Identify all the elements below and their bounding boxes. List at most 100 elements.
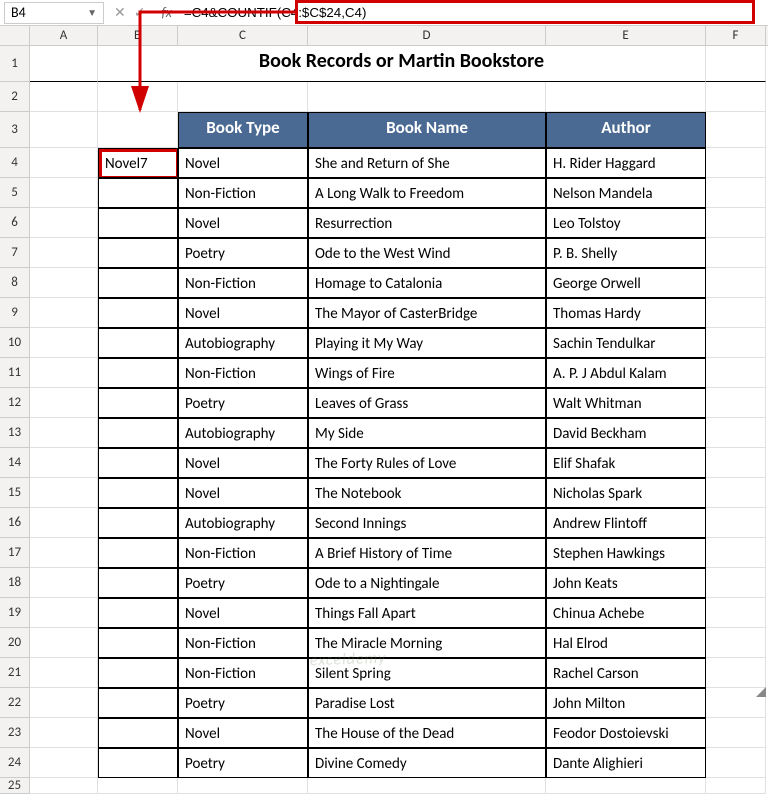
cell-book-type[interactable]: Novel — [178, 718, 308, 748]
cell[interactable] — [98, 418, 178, 448]
cell-book-type[interactable]: Poetry — [178, 238, 308, 268]
cell[interactable] — [30, 508, 98, 538]
cell[interactable] — [546, 82, 706, 112]
row-header[interactable]: 21 — [0, 658, 30, 688]
row-header[interactable]: 6 — [0, 208, 30, 238]
cell-author[interactable]: Elif Shafak — [546, 448, 706, 478]
cell-author[interactable]: H. Rider Haggard — [546, 148, 706, 178]
cell[interactable] — [706, 448, 766, 478]
row-header[interactable]: 17 — [0, 538, 30, 568]
row-header[interactable]: 1 — [0, 46, 30, 82]
cell-book-type[interactable]: Poetry — [178, 568, 308, 598]
row-header[interactable]: 12 — [0, 388, 30, 418]
col-header-F[interactable]: F — [706, 26, 766, 45]
cell[interactable] — [706, 778, 766, 794]
cell[interactable] — [98, 748, 178, 778]
cell-book-name[interactable]: Divine Comedy — [308, 748, 546, 778]
cell-book-type[interactable]: Poetry — [178, 688, 308, 718]
cell[interactable] — [706, 268, 766, 298]
cell-author[interactable]: Hal Elrod — [546, 628, 706, 658]
cell-author[interactable]: Feodor Dostoievski — [546, 718, 706, 748]
cell[interactable] — [30, 688, 98, 718]
cell[interactable] — [98, 598, 178, 628]
cell-author[interactable]: Leo Tolstoy — [546, 208, 706, 238]
cell[interactable] — [706, 46, 766, 82]
cell[interactable] — [30, 448, 98, 478]
cell[interactable] — [98, 328, 178, 358]
col-header-D[interactable]: D — [308, 26, 546, 45]
cell[interactable] — [30, 658, 98, 688]
cell[interactable] — [30, 238, 98, 268]
cell[interactable] — [30, 268, 98, 298]
cell[interactable] — [706, 508, 766, 538]
cancel-icon[interactable]: ✕ — [114, 4, 126, 21]
cell-author[interactable]: Thomas Hardy — [546, 298, 706, 328]
row-header[interactable]: 2 — [0, 82, 30, 112]
cell-author[interactable]: John Milton — [546, 688, 706, 718]
cell[interactable] — [98, 538, 178, 568]
cell-book-type[interactable]: Novel — [178, 448, 308, 478]
cell-book-type[interactable]: Novel — [178, 298, 308, 328]
cell[interactable] — [30, 778, 98, 794]
cell[interactable] — [30, 598, 98, 628]
row-header[interactable]: 4 — [0, 148, 30, 178]
cell[interactable] — [98, 448, 178, 478]
cell[interactable] — [30, 478, 98, 508]
cell[interactable] — [30, 358, 98, 388]
enter-icon[interactable]: ✓ — [134, 4, 146, 21]
cell-book-type[interactable]: Autobiography — [178, 418, 308, 448]
cell-book-type[interactable]: Non-Fiction — [178, 538, 308, 568]
cell[interactable] — [98, 628, 178, 658]
cell[interactable] — [706, 568, 766, 598]
cell[interactable] — [706, 238, 766, 268]
cell-book-name[interactable]: Paradise Lost — [308, 688, 546, 718]
cell[interactable] — [30, 388, 98, 418]
cell-author[interactable]: Rachel Carson — [546, 658, 706, 688]
cell-book-name[interactable]: Ode to a Nightingale — [308, 568, 546, 598]
row-header[interactable]: 22 — [0, 688, 30, 718]
cell-book-name[interactable]: Wings of Fire — [308, 358, 546, 388]
resize-handle-icon[interactable] — [754, 685, 766, 697]
name-box[interactable]: B4 ▼ — [4, 2, 104, 24]
row-header[interactable]: 16 — [0, 508, 30, 538]
row-header[interactable]: 23 — [0, 718, 30, 748]
cell[interactable] — [98, 178, 178, 208]
row-header[interactable]: 9 — [0, 298, 30, 328]
cell[interactable] — [30, 82, 98, 112]
cell[interactable] — [706, 478, 766, 508]
cell-book-name[interactable]: Things Fall Apart — [308, 598, 546, 628]
cell[interactable] — [98, 82, 178, 112]
row-header[interactable]: 25 — [0, 778, 30, 794]
cell[interactable] — [308, 82, 546, 112]
cell-author[interactable]: George Orwell — [546, 268, 706, 298]
cell-book-name[interactable]: A Brief History of Time — [308, 538, 546, 568]
cell[interactable] — [546, 778, 706, 794]
cell-book-name[interactable]: She and Return of She — [308, 148, 546, 178]
cell-author[interactable]: Chinua Achebe — [546, 598, 706, 628]
cell[interactable] — [30, 748, 98, 778]
cell-book-name[interactable]: Homage to Catalonia — [308, 268, 546, 298]
cell[interactable] — [706, 148, 766, 178]
cell-author[interactable]: Nelson Mandela — [546, 178, 706, 208]
cell-book-type[interactable]: Novel — [178, 478, 308, 508]
row-header[interactable]: 3 — [0, 112, 30, 148]
cell[interactable] — [30, 718, 98, 748]
cell[interactable] — [706, 418, 766, 448]
cell-book-type[interactable]: Non-Fiction — [178, 628, 308, 658]
cell[interactable] — [98, 358, 178, 388]
dropdown-icon[interactable]: ▼ — [87, 6, 97, 19]
cell-author[interactable]: A. P. J Abdul Kalam — [546, 358, 706, 388]
row-header[interactable]: 10 — [0, 328, 30, 358]
col-header-A[interactable]: A — [30, 26, 98, 45]
cell-book-type[interactable]: Poetry — [178, 748, 308, 778]
header-author[interactable]: Author — [546, 112, 706, 148]
col-header-C[interactable]: C — [178, 26, 308, 45]
cell[interactable] — [30, 298, 98, 328]
cell[interactable] — [706, 112, 766, 148]
cell-book-name[interactable]: Ode to the West Wind — [308, 238, 546, 268]
cell-book-type[interactable]: Non-Fiction — [178, 268, 308, 298]
cell[interactable] — [706, 82, 766, 112]
cell-book-name[interactable]: A Long Walk to Freedom — [308, 178, 546, 208]
cell[interactable] — [706, 748, 766, 778]
row-header[interactable]: 8 — [0, 268, 30, 298]
